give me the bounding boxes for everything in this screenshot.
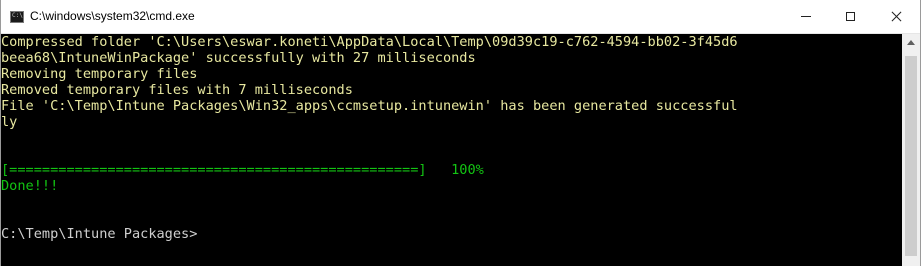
console-line: File 'C:\Temp\Intune Packages\Win32_apps… [1,98,738,114]
progress-bar-line: [=======================================… [1,162,484,178]
cmd-app-icon[interactable]: C:\ [10,11,24,23]
scroll-up-button[interactable] [902,34,920,51]
minimize-icon [801,16,811,17]
window-title: C:\windows\system32\cmd.exe [30,9,195,23]
maximize-button[interactable] [827,0,873,33]
done-message: Done!!! [1,178,59,194]
console-line: beea68\IntuneWinPackage' successfully wi… [1,50,476,66]
title-bar[interactable]: C:\ C:\windows\system32\cmd.exe [1,0,920,34]
console-output[interactable]: Compressed folder 'C:\Users\eswar.koneti… [1,34,901,266]
maximize-icon [845,12,855,21]
console-line: Compressed folder 'C:\Users\eswar.koneti… [1,34,738,50]
cmd-icon-text: C:\ [12,12,23,19]
minimize-button[interactable] [783,0,829,33]
vertical-scrollbar[interactable] [902,34,920,266]
close-icon [891,11,902,22]
cmd-window[interactable]: C:\ C:\windows\system32\cmd.exe Compress… [0,0,921,266]
close-button[interactable] [873,0,919,33]
scrollbar-thumb[interactable] [905,56,917,256]
console-line: ly [1,114,18,130]
chevron-up-icon [907,40,915,45]
console-line: Removing temporary files [1,66,198,82]
command-prompt[interactable]: C:\Temp\Intune Packages> [1,226,197,242]
console-line: Removed temporary files with 7 milliseco… [1,82,353,98]
